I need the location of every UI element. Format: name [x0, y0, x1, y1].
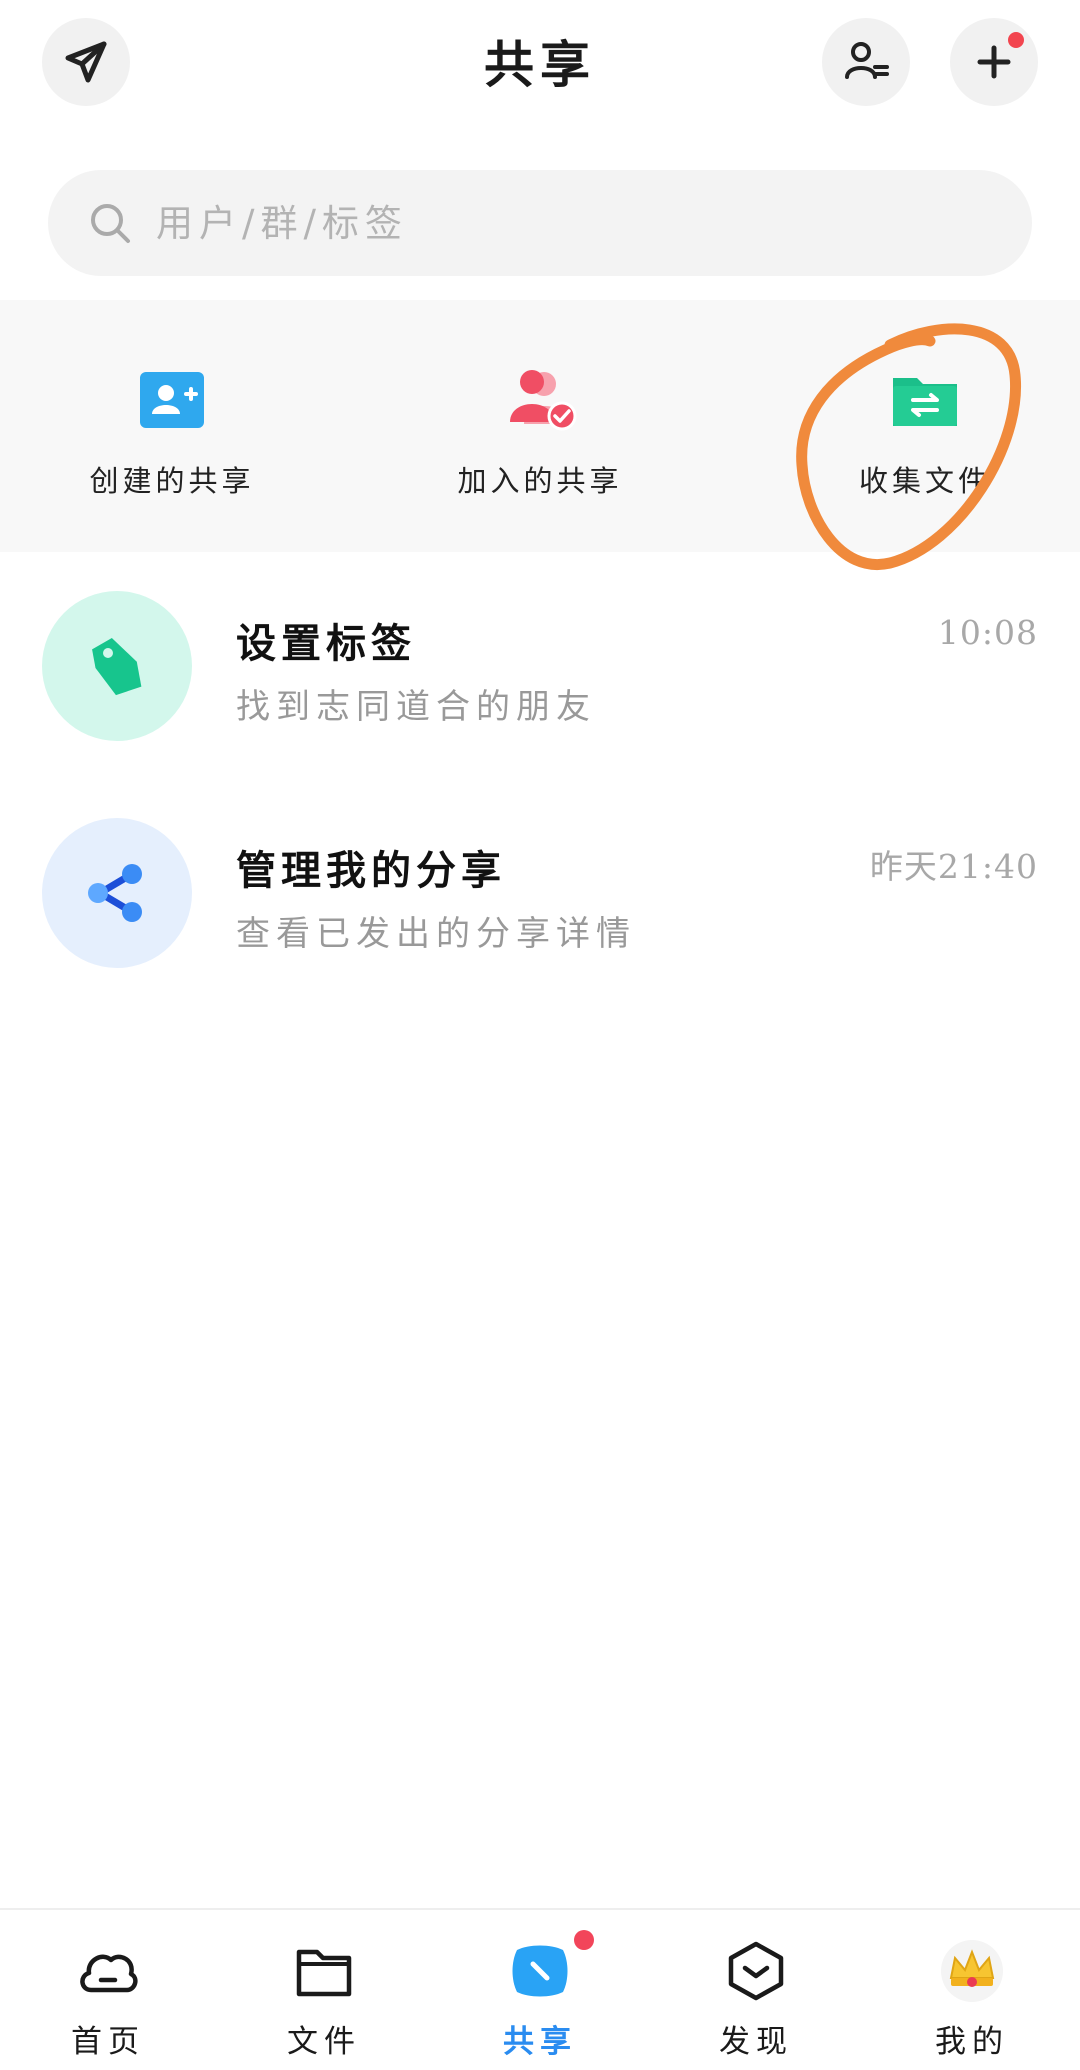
nav-files[interactable]: 文件 — [244, 1938, 404, 2070]
list-item-time: 昨天21:40 — [869, 847, 1038, 886]
joined-shares-button[interactable]: 加入的共享 — [390, 360, 690, 520]
folder-transfer-icon — [893, 378, 957, 426]
nav-discover[interactable]: 发现 — [676, 1938, 836, 2070]
list-item-title: 设置标签 — [236, 621, 416, 667]
nav-share[interactable]: 共享 — [460, 1930, 620, 2070]
nav-label: 发现 — [719, 2024, 793, 2060]
notification-dot — [574, 1930, 594, 1950]
discover-icon — [728, 1941, 784, 2001]
nav-label: 共享 — [503, 2024, 577, 2060]
joined-users-icon — [510, 370, 577, 431]
collect-files-button[interactable]: 收集文件 — [775, 360, 1075, 520]
search-bar[interactable] — [48, 170, 1032, 276]
list-item-set-tags[interactable]: 设置标签 找到志同道合的朋友 10:08 — [0, 583, 1080, 753]
cloud-icon — [80, 1954, 138, 1993]
app-root: 共享 用户/群/标签 创建的共享 加入的共享 收集文件 设置标签 找到志同道合的… — [0, 0, 1080, 2070]
crown-avatar-icon — [941, 1940, 1003, 2002]
contacts-icon — [845, 42, 889, 79]
nav-label: 文件 — [287, 2024, 361, 2060]
created-shares-button[interactable]: 创建的共享 — [22, 360, 322, 520]
share-icon — [88, 864, 142, 922]
nav-home[interactable]: 首页 — [28, 1938, 188, 2070]
tag-avatar — [42, 591, 192, 741]
contacts-button[interactable] — [822, 18, 910, 106]
quick-label: 创建的共享 — [89, 464, 255, 498]
list-item-manage-shares[interactable]: 管理我的分享 查看已发出的分享详情 昨天21:40 — [0, 810, 1080, 980]
search-input[interactable] — [154, 193, 954, 253]
add-button[interactable] — [950, 18, 1038, 106]
quick-actions: 创建的共享 加入的共享 收集文件 — [0, 300, 1080, 552]
nav-me[interactable]: 我的 — [892, 1938, 1052, 2070]
header: 共享 — [0, 0, 1080, 140]
list-item-title: 管理我的分享 — [236, 848, 506, 894]
page-title: 共享 — [484, 36, 596, 94]
folder-icon — [296, 1949, 352, 1997]
nav-label: 首页 — [71, 2024, 145, 2060]
tag-icon — [92, 638, 142, 696]
list-item-subtitle: 找到志同道合的朋友 — [236, 687, 596, 727]
list-item-time: 10:08 — [937, 613, 1038, 652]
list-item-subtitle: 查看已发出的分享详情 — [236, 914, 636, 954]
add-user-icon — [140, 372, 204, 428]
quick-label: 加入的共享 — [457, 464, 623, 498]
notification-dot — [1008, 32, 1024, 48]
share-tab-icon — [512, 1945, 568, 1997]
nav-label: 我的 — [935, 2024, 1009, 2060]
share-avatar — [42, 818, 192, 968]
plus-icon — [977, 45, 1011, 79]
search-icon — [91, 204, 130, 243]
quick-label: 收集文件 — [858, 464, 991, 498]
bottom-nav: 首页 文件 共享 发现 我的 — [0, 1908, 1080, 2070]
